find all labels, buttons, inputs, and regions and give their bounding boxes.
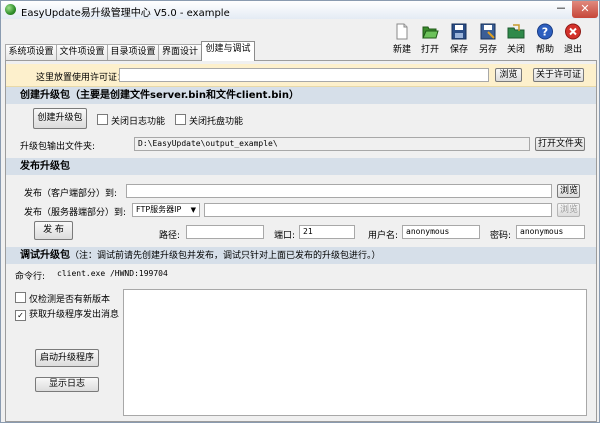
floppy-save-icon [451, 23, 467, 40]
chevron-down-icon: ▼ [190, 206, 196, 214]
disable-log-checkbox-box[interactable] [97, 114, 108, 125]
exit-label: 退出 [563, 45, 582, 55]
app-window: EasyUpdate易升级管理中心 V5.0 - example － ✕ 新建 … [0, 0, 600, 423]
new-label: 新建 [392, 45, 411, 55]
open-folder-button[interactable]: 打开文件夹 [535, 137, 585, 151]
close-window-button[interactable]: ✕ [572, 1, 598, 18]
publish-server-label: 发布（服务器端部分）到: [24, 208, 127, 218]
disable-log-label: 关闭日志功能 [111, 117, 166, 127]
close-file-icon [507, 24, 525, 39]
app-logo-icon [5, 4, 16, 15]
open-folder-icon [422, 26, 439, 39]
password-input[interactable]: anonymous [516, 225, 585, 239]
check-only-checkbox-box[interactable] [15, 292, 26, 303]
title-bar: EasyUpdate易升级管理中心 V5.0 - example － ✕ [1, 1, 599, 19]
port-label: 端口: [274, 231, 296, 241]
help-icon: ? [537, 23, 553, 40]
show-log-button[interactable]: 显示日志 [35, 377, 99, 392]
debug-section-note: （注：调试前请先创建升级包并发布，调试只针对上面已发布的升级包进行。） [70, 251, 381, 261]
license-label: 这里放置使用许可证： [36, 73, 127, 83]
license-row: 这里放置使用许可证： 浏览 关于许可证 [6, 64, 596, 87]
start-updater-button[interactable]: 启动升级程序 [35, 349, 99, 367]
open-label: 打开 [420, 45, 439, 55]
new-file-icon [396, 23, 408, 40]
debug-section-title: 调试升级包 [20, 250, 70, 261]
command-line-value: client.exe /HWND:199704 [57, 269, 168, 278]
debug-section-header: 调试升级包（注：调试前请先创建升级包并发布，调试只针对上面已发布的升级包进行。） [6, 247, 596, 264]
port-input[interactable]: 21 [299, 225, 355, 239]
username-input[interactable]: anonymous [402, 225, 480, 239]
new-button[interactable]: 新建 [387, 23, 417, 55]
check-only-checkbox[interactable]: 仅检测是否有新版本 [15, 292, 110, 305]
svg-text:?: ? [542, 26, 548, 39]
tab-system-settings[interactable]: 系统项设置 [5, 44, 57, 60]
get-messages-label: 获取升级程序发出消息 [29, 310, 120, 320]
tab-create-debug[interactable]: 创建与调试 [201, 41, 255, 61]
path-input[interactable] [186, 225, 264, 239]
disable-tray-checkbox-box[interactable] [175, 114, 186, 125]
license-browse-button[interactable]: 浏览 [495, 68, 522, 82]
disable-tray-checkbox[interactable]: 关闭托盘功能 [175, 114, 243, 127]
license-input[interactable] [119, 68, 489, 82]
window-title: EasyUpdate易升级管理中心 V5.0 - example [21, 8, 230, 19]
save-button[interactable]: 保存 [444, 23, 474, 55]
exit-button[interactable]: 退出 [558, 23, 588, 55]
minimize-button[interactable]: － [551, 1, 571, 18]
save-label: 保存 [449, 45, 468, 55]
publish-server-browse-button[interactable]: 浏览 [557, 203, 580, 217]
server-type-value: FTP服务器IP [136, 205, 182, 214]
help-button[interactable]: ? 帮助 [530, 23, 560, 55]
path-label: 路径: [159, 231, 181, 241]
create-section-header: 创建升级包（主要是创建文件server.bin和文件client.bin） [6, 87, 596, 104]
publish-section-header: 发布升级包 [6, 158, 596, 175]
tab-ui-design[interactable]: 界面设计 [158, 44, 202, 60]
output-folder-label: 升级包输出文件夹: [20, 142, 96, 152]
close-file-label: 关闭 [506, 45, 525, 55]
save-as-button[interactable]: 另存 [473, 23, 503, 55]
publish-client-label: 发布（客户端部分）到: [24, 189, 118, 199]
publish-client-input[interactable] [126, 184, 552, 198]
save-as-label: 另存 [478, 45, 497, 55]
username-label: 用户名: [368, 231, 399, 241]
exit-icon [565, 23, 581, 40]
about-license-button[interactable]: 关于许可证 [533, 68, 584, 82]
content-panel: 这里放置使用许可证： 浏览 关于许可证 创建升级包（主要是创建文件server.… [5, 60, 597, 422]
command-line-label: 命令行: [15, 272, 46, 282]
disable-tray-label: 关闭托盘功能 [189, 117, 244, 127]
check-only-label: 仅检测是否有新版本 [29, 295, 111, 305]
output-folder-input[interactable]: D:\EasyUpdate\output_example\ [134, 137, 530, 151]
close-file-button[interactable]: 关闭 [501, 23, 531, 55]
floppy-save-as-icon [480, 23, 496, 40]
get-messages-checkbox[interactable]: ✓ 获取升级程序发出消息 [15, 307, 119, 321]
disable-log-checkbox[interactable]: 关闭日志功能 [97, 114, 165, 127]
tab-directory-settings[interactable]: 目录项设置 [107, 44, 159, 60]
publish-button[interactable]: 发 布 [34, 221, 73, 240]
publish-client-browse-button[interactable]: 浏览 [557, 184, 580, 198]
create-package-button[interactable]: 创建升级包 [33, 108, 87, 129]
help-label: 帮助 [535, 45, 554, 55]
server-type-select[interactable]: FTP服务器IP ▼ [132, 203, 200, 217]
debug-messages-textarea[interactable] [123, 289, 587, 416]
get-messages-checkbox-box[interactable]: ✓ [15, 310, 26, 321]
open-button[interactable]: 打开 [415, 23, 445, 55]
tab-file-settings[interactable]: 文件项设置 [56, 44, 108, 60]
publish-server-input[interactable] [204, 203, 552, 217]
password-label: 密码: [490, 231, 512, 241]
